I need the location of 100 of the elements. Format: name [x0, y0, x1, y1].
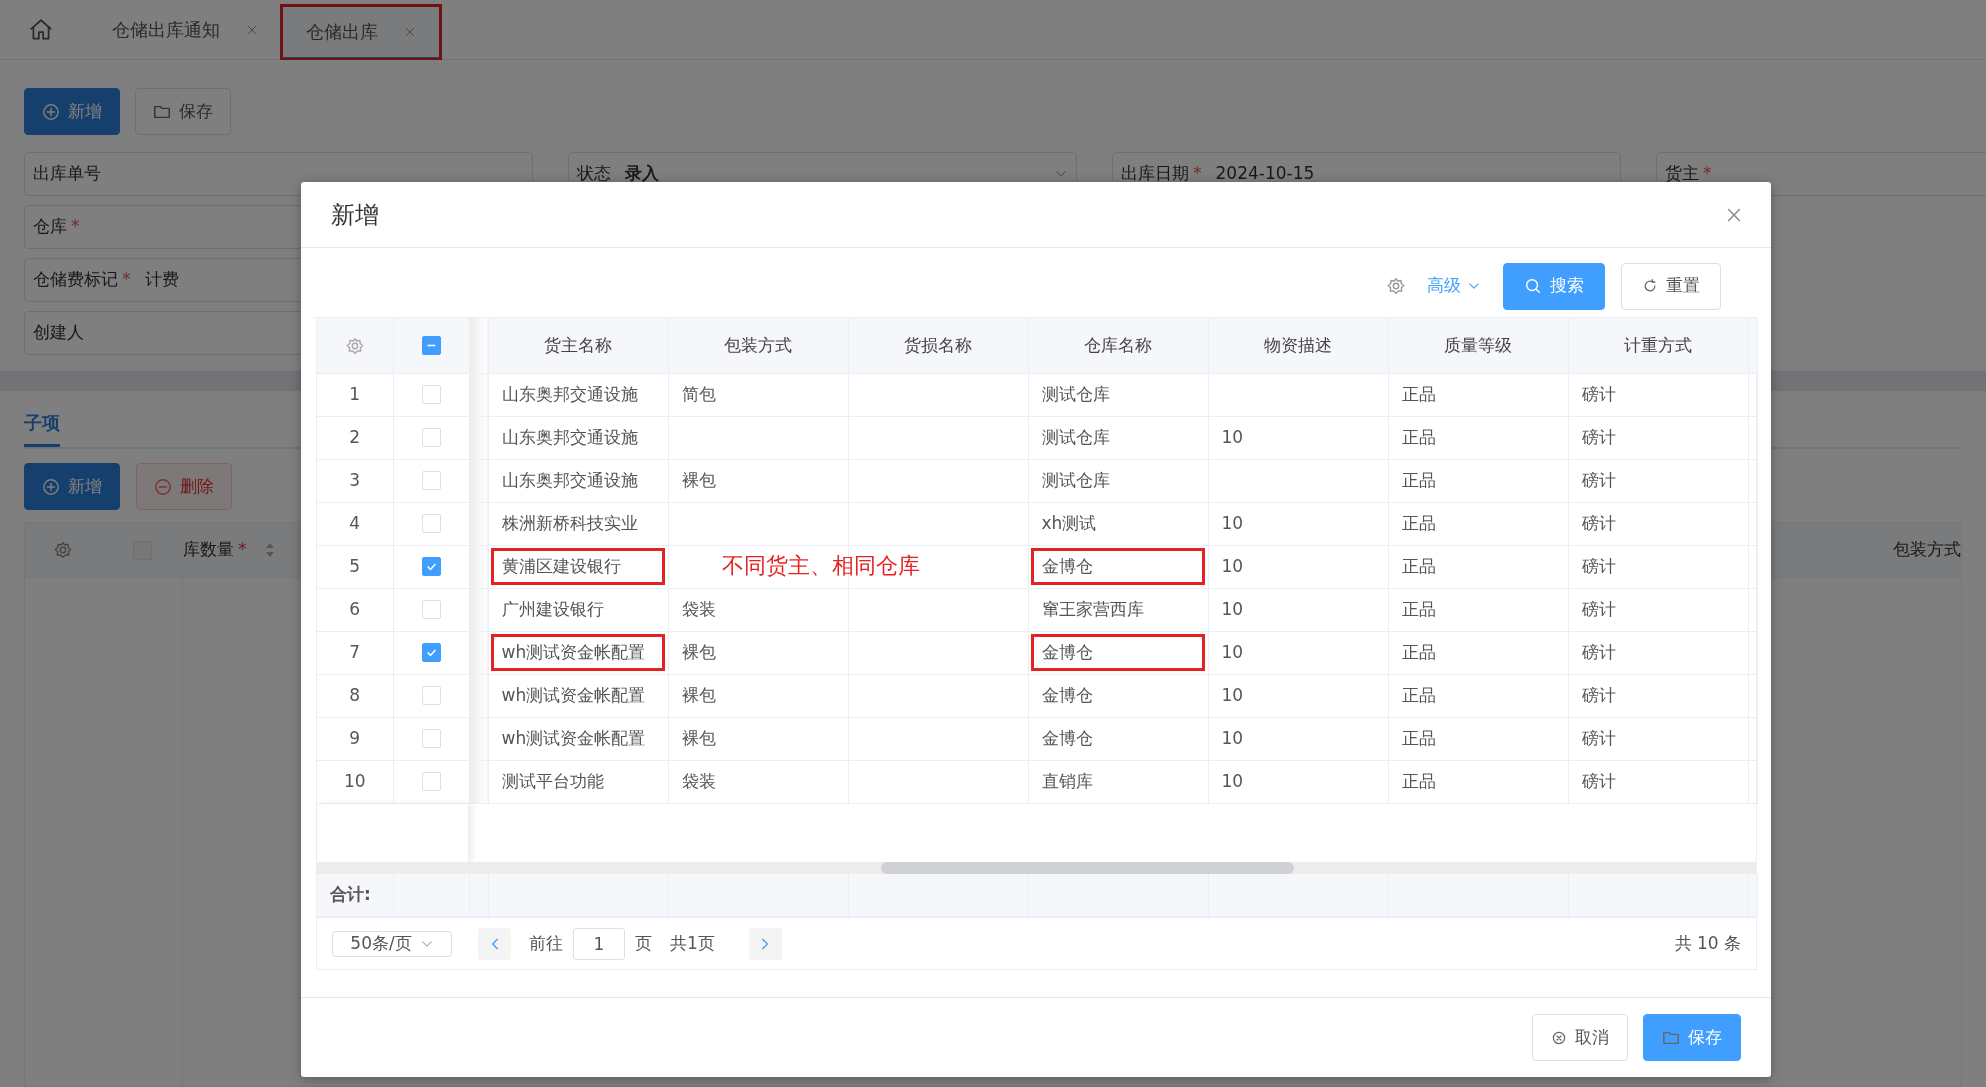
close-icon[interactable] [246, 23, 258, 36]
annotation-text: 不同货主、相同仓库 [722, 552, 920, 580]
next-page-button[interactable] [748, 927, 782, 960]
table-cell: 正品 [1388, 760, 1568, 803]
table-cell: 正品 [1388, 545, 1568, 588]
settings-icon[interactable] [1387, 277, 1405, 296]
column-header: 质量等级 [1388, 318, 1568, 373]
tab[interactable]: 仓储出库通知 [88, 0, 282, 59]
table-cell: xh测试 [1028, 502, 1208, 545]
goto-label: 前往 [529, 931, 563, 955]
add-button[interactable]: 新增 [24, 88, 120, 135]
table-cell: 10 [1208, 674, 1388, 717]
table-cell: 金博仓 [1028, 631, 1208, 674]
table-cell: 正品 [1388, 717, 1568, 760]
table-cell: 10 [1208, 545, 1388, 588]
table-cell: 正品 [1388, 416, 1568, 459]
table-cell: 裸包 [668, 631, 848, 674]
table-cell: 10 [1208, 416, 1388, 459]
advanced-toggle[interactable]: 高级 [1421, 272, 1487, 300]
table-cell: 10 [1208, 631, 1388, 674]
row-number: 1 [317, 373, 393, 416]
row-checkbox[interactable] [421, 643, 441, 663]
table-cell: 测试仓库 [1028, 416, 1208, 459]
table-cell: 正品 [1388, 459, 1568, 502]
row-number: 5 [317, 545, 393, 588]
page-size-select[interactable]: 50条/页 [332, 930, 452, 957]
table-cell: 正品 [1388, 588, 1568, 631]
table-cell: 磅计 [1568, 717, 1748, 760]
column-header: 包装方式 [1893, 538, 1961, 562]
row-number: 9 [317, 717, 393, 760]
table-cell: 袋装 [668, 760, 848, 803]
minus-circle-icon [154, 477, 172, 496]
table-cell: 株洲新桥科技实业 [488, 502, 668, 545]
close-icon[interactable] [404, 25, 416, 38]
previous-page-button[interactable] [478, 927, 511, 960]
table-cell: wh测试资金帐配置 [488, 674, 668, 717]
table-cell: wh测试资金帐配置 [488, 717, 668, 760]
table-cell: 直销库 [1028, 760, 1208, 803]
table-cell: 裸包 [668, 459, 848, 502]
table-cell: 测试仓库 [1028, 373, 1208, 416]
cancel-button[interactable]: 取消 [1532, 1014, 1628, 1061]
table-cell: 金博仓 [1028, 545, 1208, 588]
refresh-icon [1642, 278, 1658, 294]
save-button[interactable]: 保存 [1643, 1014, 1741, 1061]
summary-label: 合计: [317, 873, 393, 917]
table-cell: 山东奥邦交通设施 [488, 373, 668, 416]
column-header: 货损名称 [848, 318, 1028, 373]
page-unit-label: 页 [635, 931, 652, 955]
row-number: 6 [317, 588, 393, 631]
column-header: 货主名称 [488, 318, 668, 373]
table-cell: 10 [1208, 588, 1388, 631]
table-cell: 10 [1208, 717, 1388, 760]
search-button[interactable]: 搜索 [1503, 262, 1605, 310]
total-count: 共 10 条 [1674, 931, 1741, 955]
settings-icon[interactable] [345, 336, 364, 355]
row-number: 2 [317, 416, 393, 459]
column-header: 计重方式 [1568, 318, 1748, 373]
table-cell: 10 [1208, 760, 1388, 803]
table-cell: 广州建设银行 [488, 588, 668, 631]
table-cell: 裸包 [668, 717, 848, 760]
section-tab[interactable]: 子项 [24, 409, 60, 447]
table-cell: 10 [1208, 502, 1388, 545]
search-icon [1524, 277, 1542, 295]
row-number: 4 [317, 502, 393, 545]
table-cell: 窜王家营西库 [1028, 588, 1208, 631]
plus-circle-icon [42, 477, 60, 496]
table-cell: 磅计 [1568, 631, 1748, 674]
reset-button[interactable]: 重置 [1621, 262, 1721, 310]
row-number: 8 [317, 674, 393, 717]
save-button[interactable]: 保存 [135, 88, 231, 135]
page-count: 共1页 [670, 931, 715, 955]
row-number: 10 [317, 760, 393, 803]
settings-icon[interactable] [54, 541, 72, 559]
table-cell: 正品 [1388, 502, 1568, 545]
table-cell: 简包 [668, 373, 848, 416]
add-button[interactable]: 新增 [24, 463, 120, 510]
table-cell: 正品 [1388, 674, 1568, 717]
table-cell: 磅计 [1568, 416, 1748, 459]
column-header: 物资描述 [1208, 318, 1388, 373]
table-cell: 黄浦区建设银行 [488, 545, 668, 588]
select-all-checkbox[interactable] [421, 336, 441, 355]
table-cell: 磅计 [1568, 588, 1748, 631]
tab[interactable]: 仓储出库 [282, 6, 440, 59]
page-input[interactable]: 1 [573, 927, 625, 960]
table-cell: 山东奥邦交通设施 [488, 416, 668, 459]
row-checkbox[interactable] [421, 557, 441, 577]
table-cell: 磅计 [1568, 760, 1748, 803]
table-cell: 磅计 [1568, 502, 1748, 545]
row-number: 7 [317, 631, 393, 674]
table-cell: 山东奥邦交通设施 [488, 459, 668, 502]
table-cell: 裸包 [668, 674, 848, 717]
table-cell: 磅计 [1568, 545, 1748, 588]
table-cell: 磅计 [1568, 373, 1748, 416]
scrollbar-thumb[interactable] [881, 861, 1294, 874]
table-cell: 金博仓 [1028, 717, 1208, 760]
table-cell: 袋装 [668, 588, 848, 631]
table-cell: 正品 [1388, 373, 1568, 416]
table-cell: 测试平台功能 [488, 760, 668, 803]
table-cell: 测试仓库 [1028, 459, 1208, 502]
column-header: 仓库名称 [1028, 318, 1208, 373]
